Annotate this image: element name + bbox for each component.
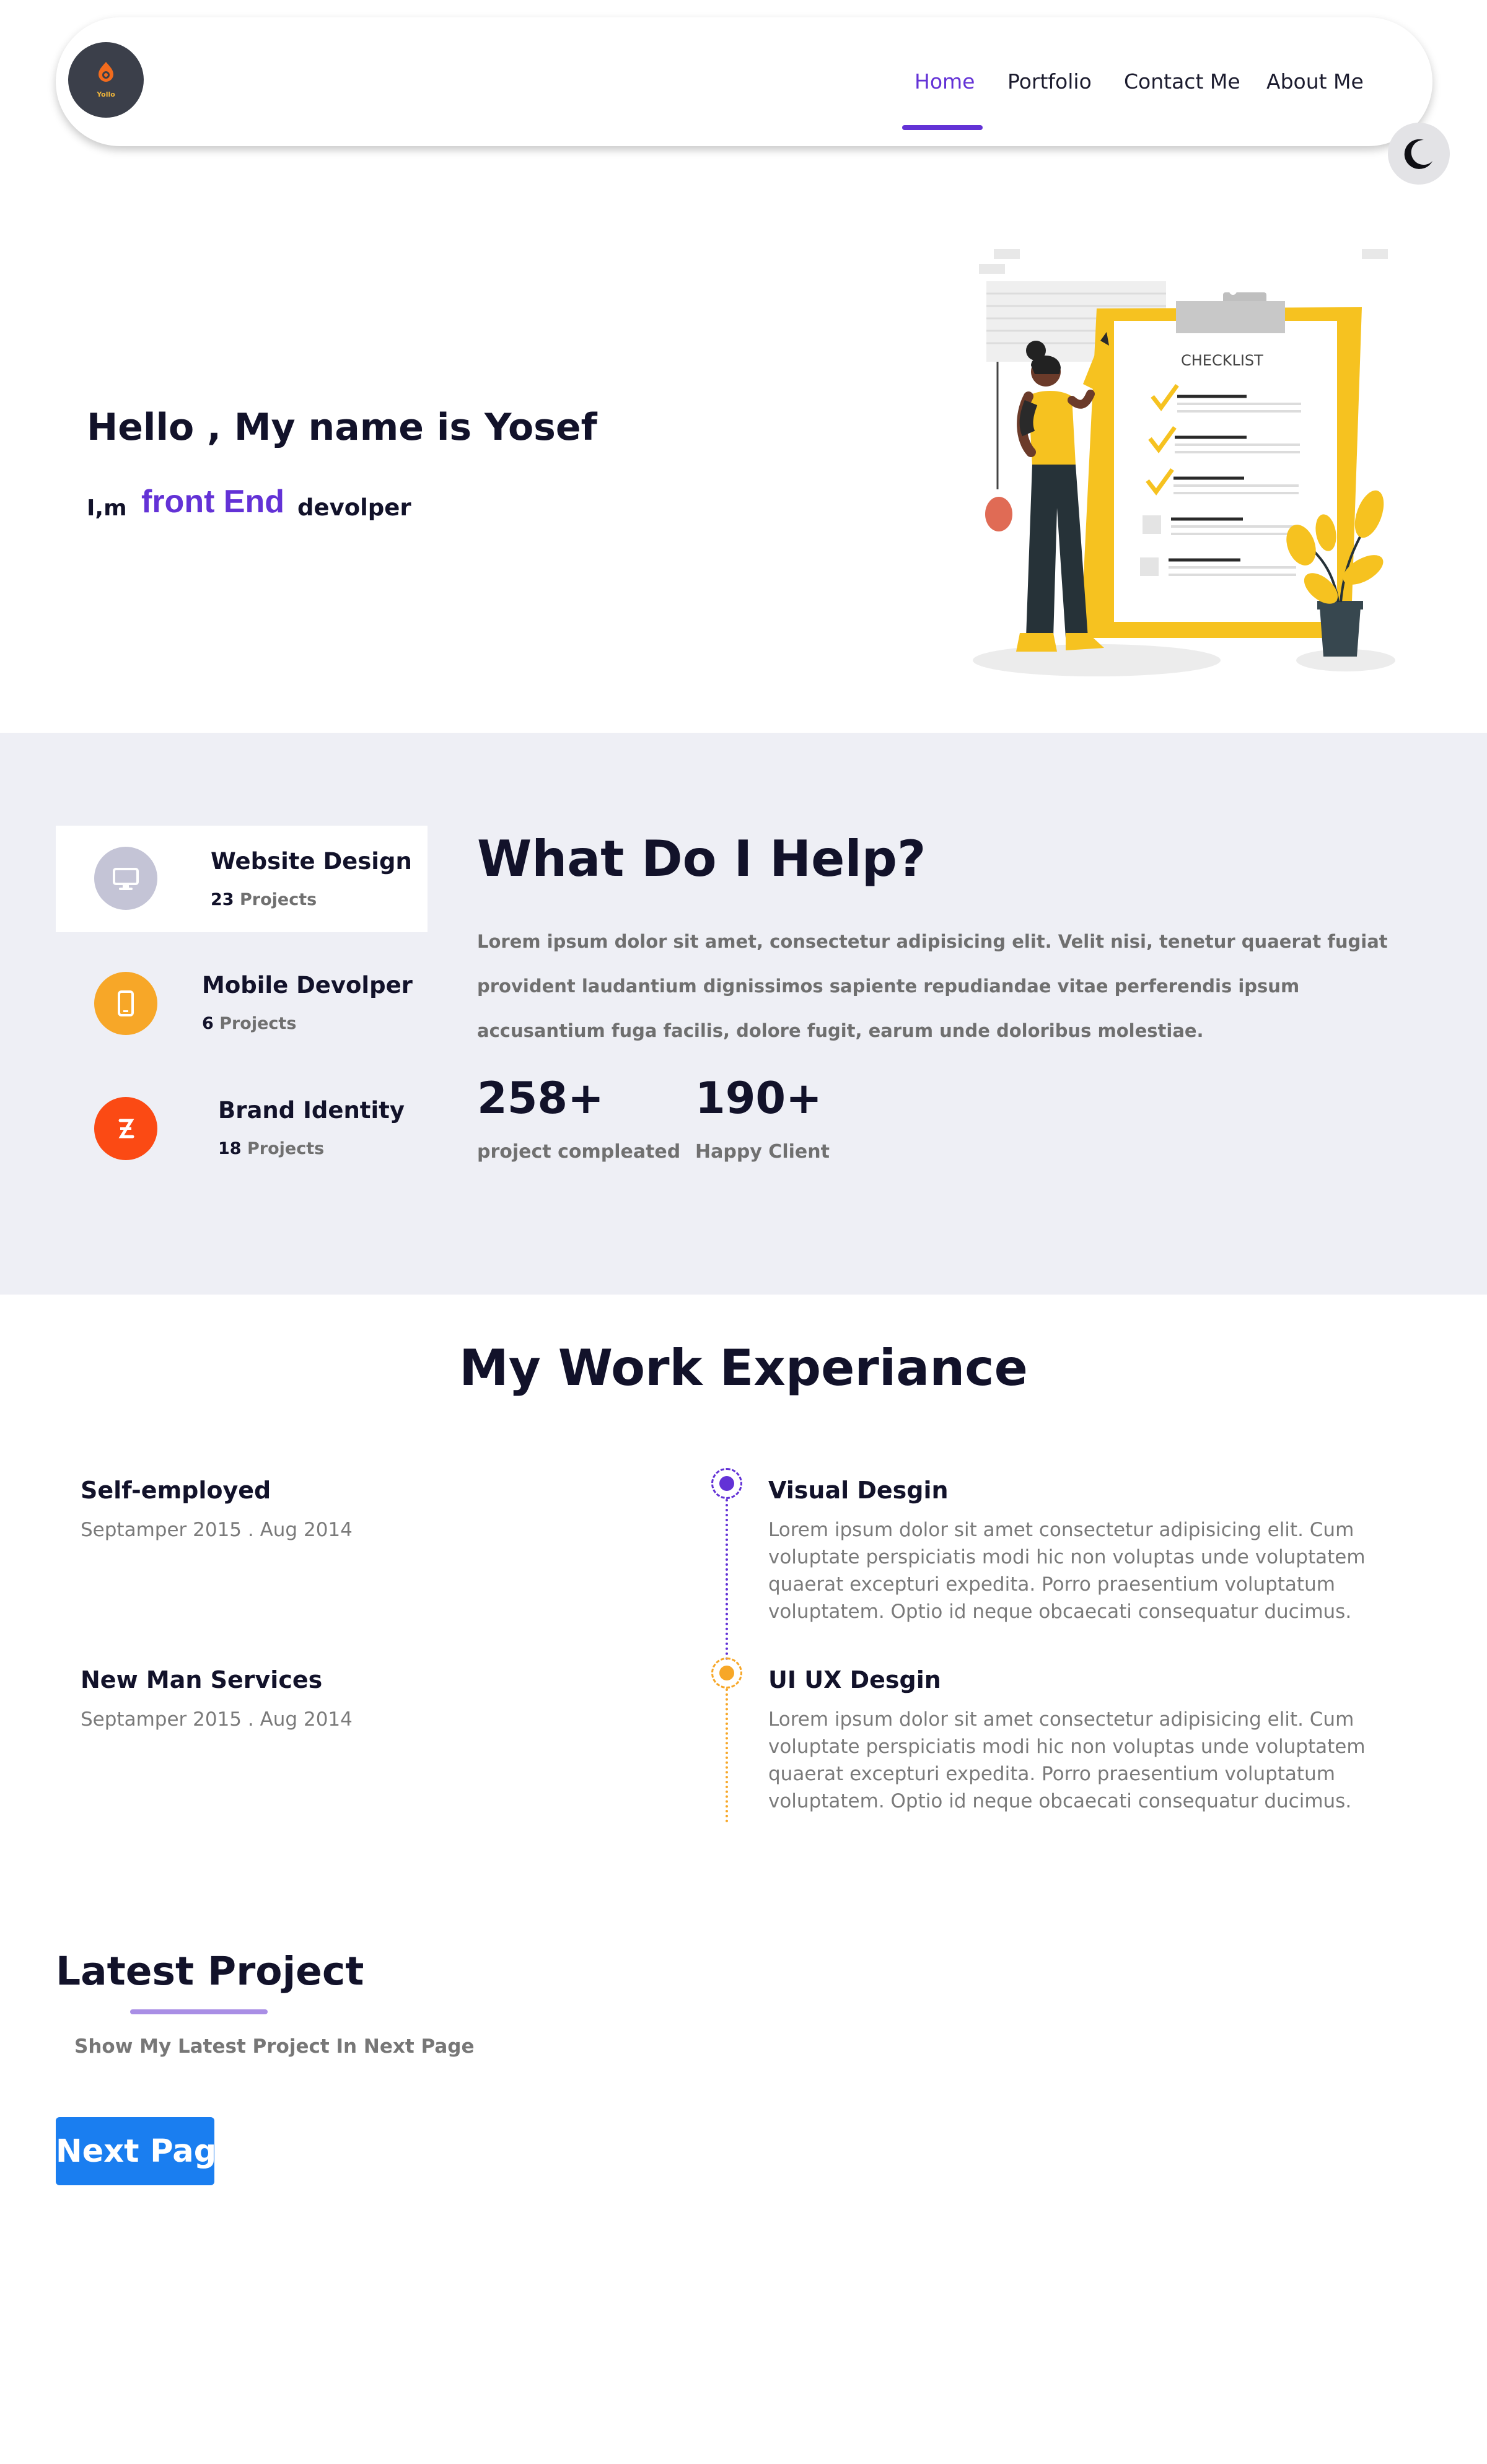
service-count: 23 Projects [211,890,317,909]
stat-clients-value: 190+ [695,1073,822,1124]
timeline-line [726,1499,728,1660]
nav-active-indicator [902,125,983,130]
experience-role: UI UX Desgin [768,1666,941,1693]
hero-role: front End [141,484,285,520]
latest-project-subtitle: Show My Latest Project In Next Page [74,2035,475,2058]
stat-projects-label: project compleated [477,1141,681,1163]
service-icon-bg [94,847,157,910]
timeline-dot [711,1468,742,1499]
mobile-icon [118,990,134,1016]
service-title: Brand Identity [218,1097,405,1124]
hero-suffix: devolper [297,494,411,521]
timeline-dot [711,1658,742,1689]
service-count: 18 Projects [218,1139,325,1158]
stat-clients-label: Happy Client [695,1141,830,1163]
nav-contact-me[interactable]: Contact Me [1124,69,1240,94]
experience-company: New Man Services [81,1666,323,1693]
logo-text: Yollo [97,90,115,98]
experience-role: Visual Desgin [768,1477,949,1504]
latest-project-title: Latest Project [56,1949,364,1994]
stat-projects-value: 258+ [477,1073,604,1124]
flame-icon [99,62,113,82]
experience-description: Lorem ipsum dolor sit amet consectetur a… [768,1708,1366,1812]
service-mobile-devolper[interactable]: Mobile Devolper 6 Projects [56,951,428,1057]
service-title: Mobile Devolper [202,972,413,998]
help-title: What Do I Help? [477,830,926,888]
experience-dates: Septamper 2015 . Aug 2014 [81,1519,353,1541]
nav-home[interactable]: Home [915,69,975,94]
service-title: Website Design [211,848,412,875]
timeline-line [726,1689,728,1822]
navbar: Yollo Home Portfolio Contact Me About Me [56,17,1432,146]
latest-project-underline [130,2009,268,2014]
service-count: 6 Projects [202,1014,297,1033]
hero-prefix: I,m [87,496,127,521]
brand-icon [118,1119,134,1138]
experience-dates: Septamper 2015 . Aug 2014 [81,1708,353,1731]
nav-about-me[interactable]: About Me [1266,69,1364,94]
experience-company: Self-employed [81,1477,271,1504]
experience-title: My Work Experiance [459,1339,1028,1397]
logo[interactable]: Yollo [68,42,144,118]
help-description: Lorem ipsum dolor sit amet, consectetur … [477,931,1388,1041]
service-website-design[interactable]: Website Design 23 Projects [56,826,428,932]
checklist-illustration: CHECKLIST [973,249,1395,676]
hero-greeting: Hello , My name is Yosef [87,406,597,449]
moon-icon [1404,139,1432,169]
experience-description: Lorem ipsum dolor sit amet consectetur a… [768,1519,1366,1623]
service-brand-identity[interactable]: Brand Identity 18 Projects [56,1076,428,1182]
checklist-label: CHECKLIST [1181,352,1263,369]
service-icon-bg [94,1097,157,1160]
service-icon-bg [94,972,157,1035]
theme-toggle[interactable] [1388,123,1450,185]
nav-portfolio[interactable]: Portfolio [1007,69,1092,94]
next-page-button[interactable]: Next Page [56,2117,238,2185]
monitor-icon [113,868,139,890]
